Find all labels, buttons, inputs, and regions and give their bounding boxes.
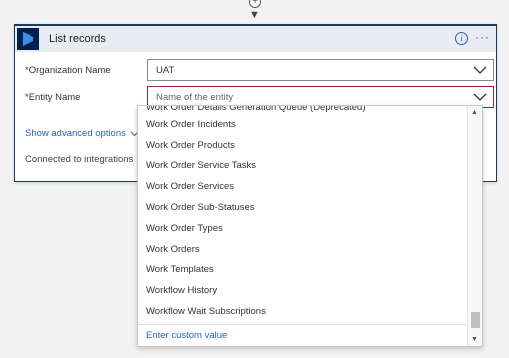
scroll-down-icon[interactable]: ▼ bbox=[471, 336, 478, 343]
arrow-down-icon: ▼ bbox=[249, 9, 260, 21]
scroll-up-icon[interactable]: ▲ bbox=[471, 109, 478, 116]
entity-dropdown-list: Work Order Details Generation Queue (Dep… bbox=[137, 105, 483, 347]
dropdown-option[interactable]: Work Orders bbox=[138, 239, 468, 260]
card-title: List records bbox=[49, 33, 106, 45]
dropdown-options: Work Order Details Generation Queue (Dep… bbox=[138, 106, 468, 322]
more-options-icon[interactable]: ··· bbox=[475, 30, 490, 44]
show-advanced-options-link[interactable]: Show advanced options bbox=[25, 128, 139, 139]
dropdown-option[interactable]: Work Order Products bbox=[138, 135, 468, 156]
enter-custom-value-option[interactable]: Enter custom value bbox=[138, 324, 468, 346]
dropdown-option[interactable]: Work Templates bbox=[138, 260, 468, 281]
dropdown-option[interactable]: Work Order Service Tasks bbox=[138, 156, 468, 177]
scrollbar-thumb[interactable] bbox=[471, 312, 480, 328]
chevron-down-icon bbox=[473, 66, 487, 74]
entity-placeholder: Name of the entity bbox=[156, 91, 234, 103]
dropdown-option[interactable]: Work Order Details Generation Queue (Dep… bbox=[138, 106, 468, 114]
organization-label: *Organization Name bbox=[25, 64, 111, 76]
dropdown-option[interactable]: Work Order Incidents bbox=[138, 114, 468, 135]
dropdown-scrollbar[interactable]: ▲ ▼ bbox=[467, 106, 482, 346]
info-icon[interactable]: i bbox=[455, 32, 468, 45]
entity-label: *Entity Name bbox=[25, 91, 81, 103]
dropdown-option[interactable]: Work Order Services bbox=[138, 176, 468, 197]
organization-select[interactable]: UAT bbox=[147, 59, 494, 81]
flow-connector: + ▼ bbox=[247, 0, 263, 21]
dropdown-option[interactable]: Work Order Sub-Statuses bbox=[138, 197, 468, 218]
dropdown-option[interactable]: Workflow History bbox=[138, 280, 468, 301]
add-step-icon[interactable]: + bbox=[249, 0, 261, 8]
card-header[interactable]: List records i ··· bbox=[15, 26, 496, 52]
connection-status: Connected to integrations bbox=[25, 154, 134, 165]
organization-field-row: *Organization Name UAT bbox=[25, 59, 494, 81]
dynamics-logo-icon bbox=[17, 28, 39, 50]
chevron-down-icon bbox=[473, 93, 487, 101]
dropdown-option[interactable]: Workflow Wait Subscriptions bbox=[138, 301, 468, 322]
dropdown-option[interactable]: Work Order Types bbox=[138, 218, 468, 239]
organization-value: UAT bbox=[156, 64, 175, 76]
